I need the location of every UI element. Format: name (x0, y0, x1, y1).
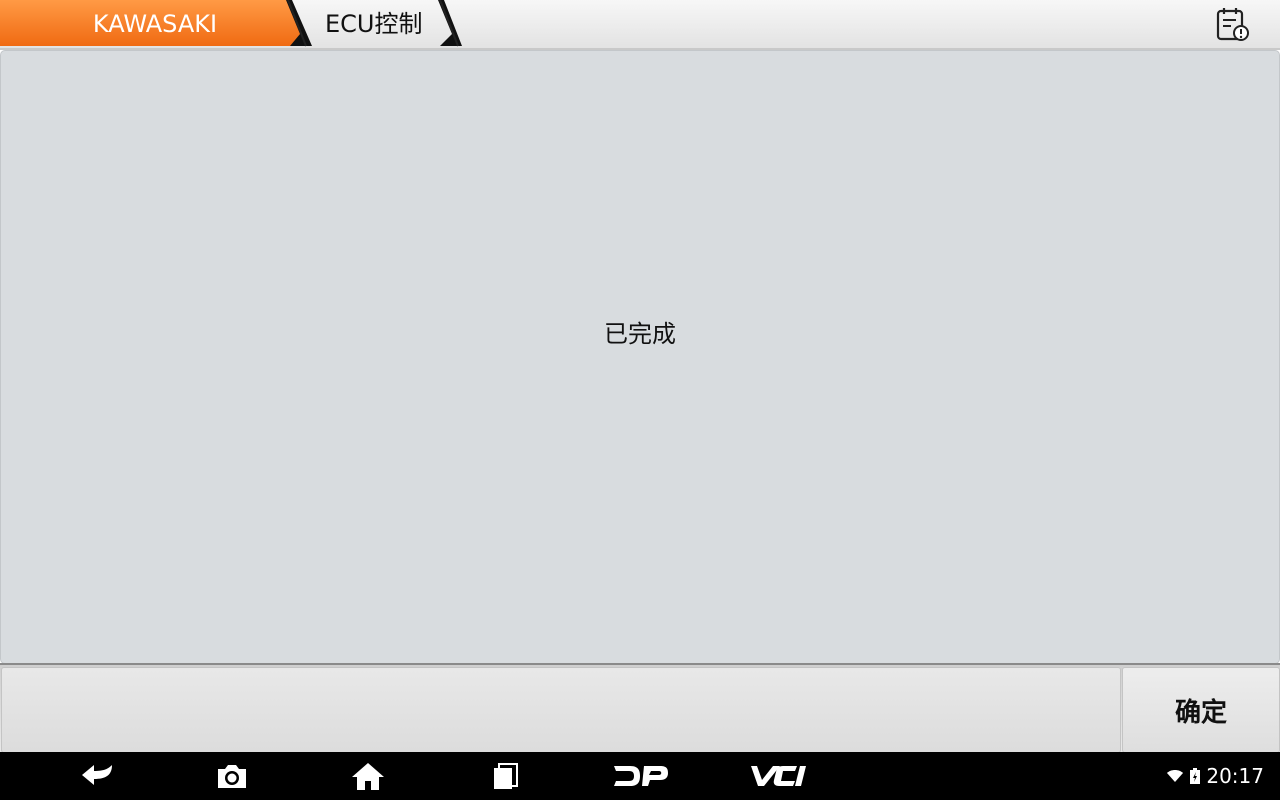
message-panel: 已完成 (0, 50, 1280, 664)
vci-icon (751, 766, 806, 786)
clock: 20:17 (1206, 764, 1264, 788)
battery-charging-icon (1190, 768, 1201, 784)
diagnostic-report-icon (1216, 8, 1249, 41)
status-message: 已完成 (604, 320, 676, 348)
screenshot-button[interactable] (210, 752, 254, 800)
breadcrumb-item-label: KAWASAKI (92, 10, 218, 38)
breadcrumb-item-label: ECU控制 (325, 10, 423, 38)
recent-apps-icon (494, 763, 518, 789)
breadcrumb-item-kawasaki[interactable]: KAWASAKI (0, 0, 310, 46)
diagnostic-report-button[interactable] (1212, 4, 1252, 44)
wifi-icon (1167, 770, 1184, 782)
screenshot-icon (218, 765, 246, 788)
back-icon (82, 765, 112, 785)
home-icon (352, 763, 384, 790)
home-button[interactable] (346, 752, 390, 800)
breadcrumb-item-ecu-control[interactable]: ECU控制 (325, 0, 423, 46)
back-button[interactable] (72, 752, 124, 800)
confirm-button[interactable]: 确定 (1122, 667, 1280, 753)
vci-button[interactable] (742, 752, 812, 800)
breadcrumb-bar: KAWASAKI ECU控制 (0, 0, 1280, 50)
recent-apps-button[interactable] (483, 752, 527, 800)
action-bar: 确定 (0, 663, 1280, 754)
action-area (1, 667, 1121, 753)
system-nav-bar: 20:17 (0, 752, 1280, 800)
dp-button[interactable] (608, 752, 672, 800)
status-area: 20:17 (1166, 752, 1264, 800)
dp-icon (614, 766, 668, 786)
